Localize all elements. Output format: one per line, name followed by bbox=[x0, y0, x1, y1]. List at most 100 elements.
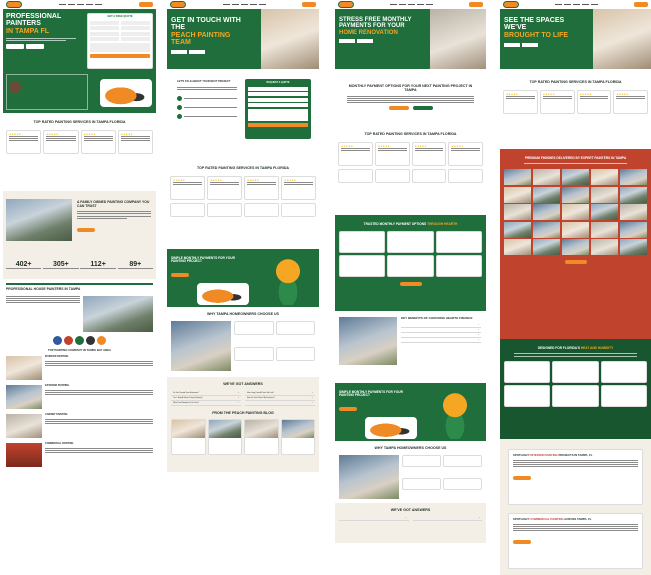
gallery-image[interactable] bbox=[532, 204, 561, 221]
form-submit-button[interactable] bbox=[90, 53, 150, 58]
nav-cta-button[interactable] bbox=[302, 2, 316, 7]
trusted-button[interactable] bbox=[399, 282, 422, 287]
gallery-image[interactable] bbox=[619, 169, 647, 186]
form-field[interactable] bbox=[248, 103, 308, 108]
form-message-field[interactable] bbox=[90, 42, 150, 52]
gallery-image[interactable] bbox=[561, 221, 590, 238]
form-message-field[interactable] bbox=[248, 108, 308, 121]
form-field[interactable] bbox=[120, 31, 150, 36]
gallery-image[interactable] bbox=[504, 186, 532, 203]
nav-links[interactable] bbox=[189, 3, 299, 6]
trusted-section: TRUSTED MONTHLY PAYMENT OPTIONS THROUGH … bbox=[335, 215, 486, 311]
peach-logo-icon[interactable] bbox=[6, 1, 22, 8]
form-field[interactable] bbox=[90, 37, 120, 42]
blog-card[interactable] bbox=[171, 418, 206, 455]
review-card: ★★★★★ bbox=[576, 89, 612, 114]
phone-info[interactable] bbox=[177, 95, 237, 101]
gallery-image[interactable] bbox=[619, 204, 647, 221]
service-item[interactable]: Cabinet Painting bbox=[6, 414, 153, 439]
gallery-image[interactable] bbox=[504, 239, 532, 256]
phone-icon bbox=[177, 95, 182, 101]
gallery-image[interactable] bbox=[532, 239, 561, 256]
faq-item[interactable]: What Paint Brands Do You Use? ⌄ bbox=[171, 401, 241, 406]
faq-item[interactable]: ⌄ bbox=[339, 516, 409, 521]
form-field[interactable] bbox=[248, 92, 308, 97]
gallery-image[interactable] bbox=[619, 239, 647, 256]
gallery-image[interactable] bbox=[590, 186, 619, 203]
benefit-item[interactable]: + bbox=[401, 338, 481, 344]
payments-banner: SIMPLE MONTHLY PAYMENTS FOR YOUR PAINTIN… bbox=[335, 383, 486, 441]
form-field[interactable] bbox=[120, 26, 150, 31]
gallery-image[interactable] bbox=[619, 186, 647, 203]
gallery-image[interactable] bbox=[532, 221, 561, 238]
payments-button[interactable] bbox=[171, 272, 189, 277]
gallery-image[interactable] bbox=[561, 239, 590, 256]
nav-cta-button[interactable] bbox=[634, 2, 648, 7]
gallery-image[interactable] bbox=[532, 169, 561, 186]
gallery-image[interactable] bbox=[561, 186, 590, 203]
gallery-image[interactable] bbox=[590, 221, 619, 238]
form-field[interactable] bbox=[120, 37, 150, 42]
form-field[interactable] bbox=[90, 31, 120, 36]
nav-links[interactable] bbox=[25, 3, 136, 6]
hero-photo bbox=[430, 9, 486, 69]
nav-cta-button[interactable] bbox=[469, 2, 483, 7]
gallery-button[interactable] bbox=[564, 260, 587, 265]
about-button[interactable] bbox=[77, 227, 95, 232]
gallery-image[interactable] bbox=[504, 204, 532, 221]
gallery-image[interactable] bbox=[532, 186, 561, 203]
payments-button[interactable] bbox=[339, 406, 357, 411]
spotlight-button[interactable] bbox=[513, 476, 531, 481]
gallery-image[interactable] bbox=[504, 221, 532, 238]
gallery-image[interactable] bbox=[619, 221, 647, 238]
feature-card bbox=[600, 384, 647, 407]
form-submit-button[interactable] bbox=[248, 122, 308, 127]
gallery-image[interactable] bbox=[590, 204, 619, 221]
apply-button[interactable] bbox=[388, 106, 409, 111]
benefits-section: KEY BENEFITS OF CHOOSING HEARTH FINANCE … bbox=[335, 311, 486, 383]
service-item[interactable]: Commercial Painting bbox=[6, 443, 153, 468]
gallery-image[interactable] bbox=[561, 169, 590, 186]
call-button[interactable] bbox=[412, 106, 433, 111]
form-field[interactable] bbox=[248, 86, 308, 91]
spotlight-button[interactable] bbox=[513, 540, 531, 545]
blog-card[interactable] bbox=[280, 418, 315, 455]
review-card: ★★★★★ bbox=[244, 175, 279, 200]
nav-links[interactable] bbox=[522, 3, 631, 6]
form-field[interactable] bbox=[120, 20, 150, 25]
blog-card[interactable] bbox=[244, 418, 279, 455]
house-photo bbox=[339, 317, 397, 365]
faq-item[interactable]: ⌄ bbox=[412, 516, 482, 521]
stat-value: 112+ bbox=[90, 261, 106, 268]
email-info[interactable] bbox=[177, 104, 237, 110]
gallery-image[interactable] bbox=[561, 204, 590, 221]
blog-card[interactable] bbox=[207, 418, 242, 455]
option-card bbox=[339, 231, 386, 254]
spotlight-card: SPOTLIGHT: INTERIOR PAINTING PROJECTS IN… bbox=[508, 449, 643, 505]
peach-mascot-icon bbox=[430, 387, 480, 439]
option-card bbox=[387, 255, 434, 278]
peach-logo-icon[interactable] bbox=[503, 1, 519, 8]
why-section: WHY TAMPA HOMEOWNERS CHOOSE US bbox=[335, 441, 486, 503]
nav-links[interactable] bbox=[357, 3, 466, 6]
review-card: ★★★★★ bbox=[411, 141, 447, 166]
form-field[interactable] bbox=[90, 26, 120, 31]
service-item[interactable]: Interior Painting bbox=[6, 356, 153, 381]
gallery-image[interactable] bbox=[504, 169, 532, 186]
form-field[interactable] bbox=[90, 20, 120, 25]
service-list: Interior Painting Exterior Painting Cabi… bbox=[6, 356, 153, 468]
gallery-image[interactable] bbox=[590, 169, 619, 186]
faq-item[interactable]: ⌄ bbox=[245, 401, 315, 406]
peach-logo-icon[interactable] bbox=[338, 1, 354, 8]
gallery-image[interactable] bbox=[590, 239, 619, 256]
payments-heading: SIMPLE MONTHLY PAYMENTS FOR YOUR PAINTIN… bbox=[339, 390, 403, 398]
review-card bbox=[411, 168, 447, 183]
gallery-grid bbox=[500, 169, 651, 256]
page-gallery: SEE THE SPACES WE'VE BROUGHT TO LIFE TOP… bbox=[500, 0, 651, 575]
nav-cta-button[interactable] bbox=[139, 2, 153, 7]
stat-value: 402+ bbox=[15, 261, 32, 268]
form-field[interactable] bbox=[248, 97, 308, 102]
peach-logo-icon[interactable] bbox=[170, 1, 186, 8]
options-section: MONTHLY PAYMENT OPTIONS FOR YOUR NEXT PA… bbox=[335, 69, 486, 127]
service-item[interactable]: Exterior Painting bbox=[6, 385, 153, 410]
